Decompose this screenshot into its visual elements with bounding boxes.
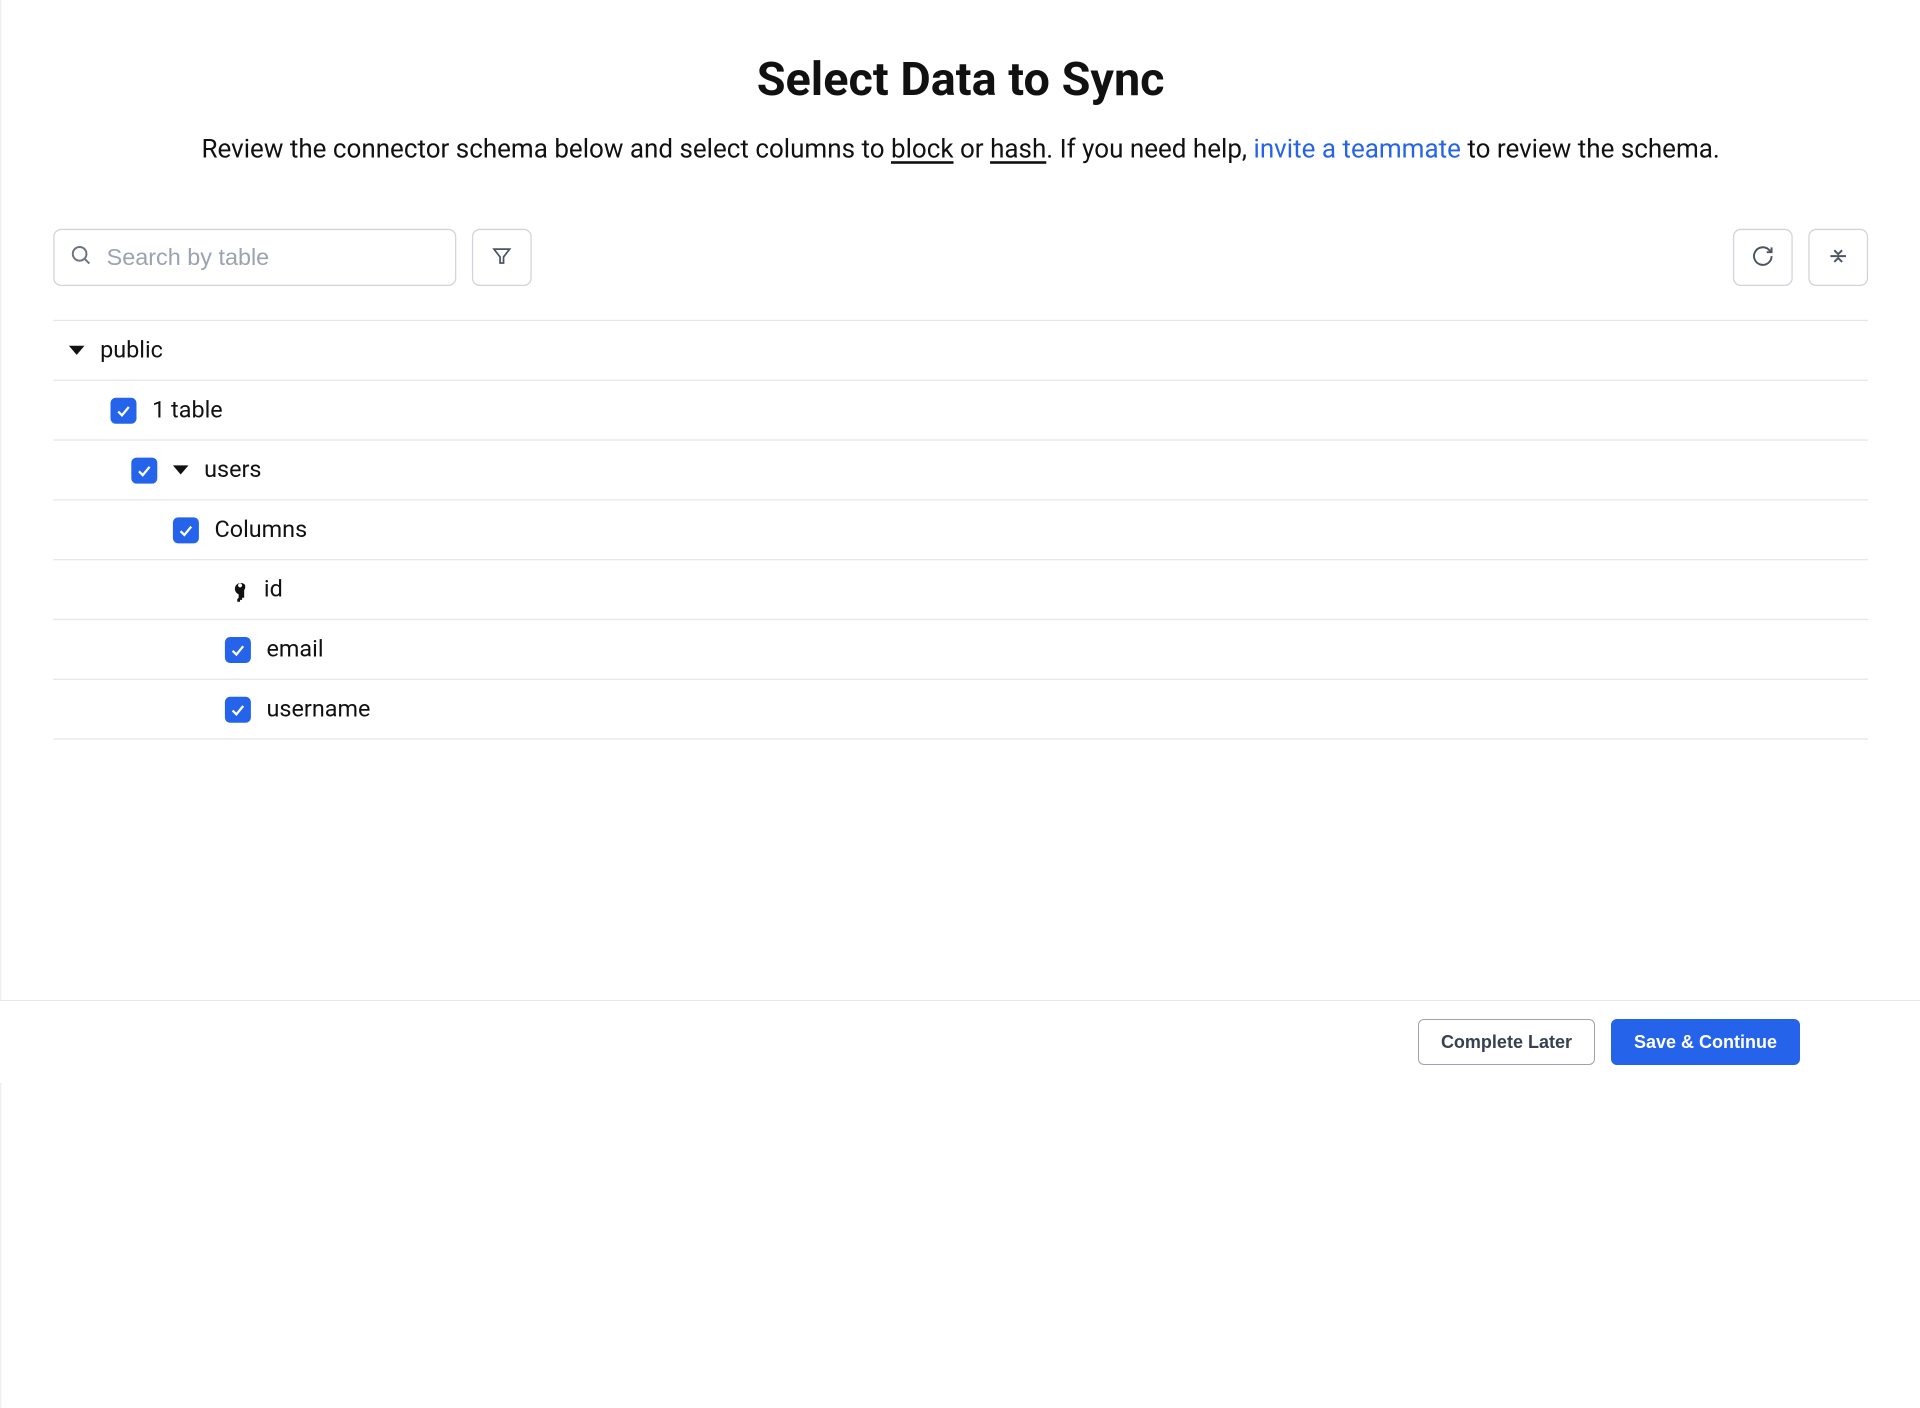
- column-email-label: email: [267, 636, 324, 663]
- footer-bar: Complete Later Save & Continue: [0, 1000, 1920, 1083]
- column-row-id[interactable]: id: [53, 560, 1868, 620]
- column-row-username[interactable]: username: [53, 680, 1868, 740]
- table-count-checkbox[interactable]: [110, 397, 136, 423]
- table-count-row[interactable]: 1 table: [53, 381, 1868, 441]
- subtitle-text-or: or: [954, 133, 991, 164]
- save-continue-button[interactable]: Save & Continue: [1611, 1019, 1800, 1065]
- page-title: Select Data to Sync: [53, 52, 1868, 107]
- column-username-label: username: [267, 696, 371, 723]
- refresh-icon: [1751, 244, 1774, 271]
- subtitle-text-pre: Review the connector schema below and se…: [202, 133, 891, 164]
- page-subtitle: Review the connector schema below and se…: [53, 133, 1868, 164]
- table-name-label: users: [204, 456, 261, 483]
- hash-link[interactable]: hash: [990, 133, 1046, 164]
- caret-down-icon[interactable]: [173, 465, 189, 474]
- table-checkbox[interactable]: [131, 457, 157, 483]
- block-link[interactable]: block: [891, 133, 954, 164]
- invite-teammate-link[interactable]: invite a teammate: [1254, 133, 1461, 164]
- collapse-icon: [1826, 244, 1849, 271]
- complete-later-button[interactable]: Complete Later: [1418, 1019, 1595, 1065]
- refresh-button[interactable]: [1733, 229, 1793, 286]
- subtitle-text-post: to review the schema.: [1461, 133, 1720, 164]
- collapse-button[interactable]: [1808, 229, 1868, 286]
- column-row-email[interactable]: email: [53, 620, 1868, 680]
- columns-checkbox[interactable]: [173, 517, 199, 543]
- key-icon: [225, 578, 248, 601]
- column-email-checkbox[interactable]: [225, 636, 251, 662]
- schema-tree: public 1 table users Columns: [53, 320, 1868, 740]
- table-row[interactable]: users: [53, 441, 1868, 501]
- table-count-label: 1 table: [152, 397, 223, 424]
- schema-row[interactable]: public: [53, 321, 1868, 381]
- filter-button[interactable]: [472, 229, 532, 286]
- column-username-checkbox[interactable]: [225, 696, 251, 722]
- caret-down-icon[interactable]: [69, 346, 85, 355]
- search-input[interactable]: [53, 229, 456, 286]
- column-id-label: id: [264, 576, 283, 603]
- columns-label: Columns: [214, 516, 307, 543]
- subtitle-text-mid: . If you need help,: [1046, 133, 1253, 164]
- filter-icon: [491, 245, 512, 270]
- schema-name-label: public: [100, 337, 163, 364]
- columns-header-row[interactable]: Columns: [53, 500, 1868, 560]
